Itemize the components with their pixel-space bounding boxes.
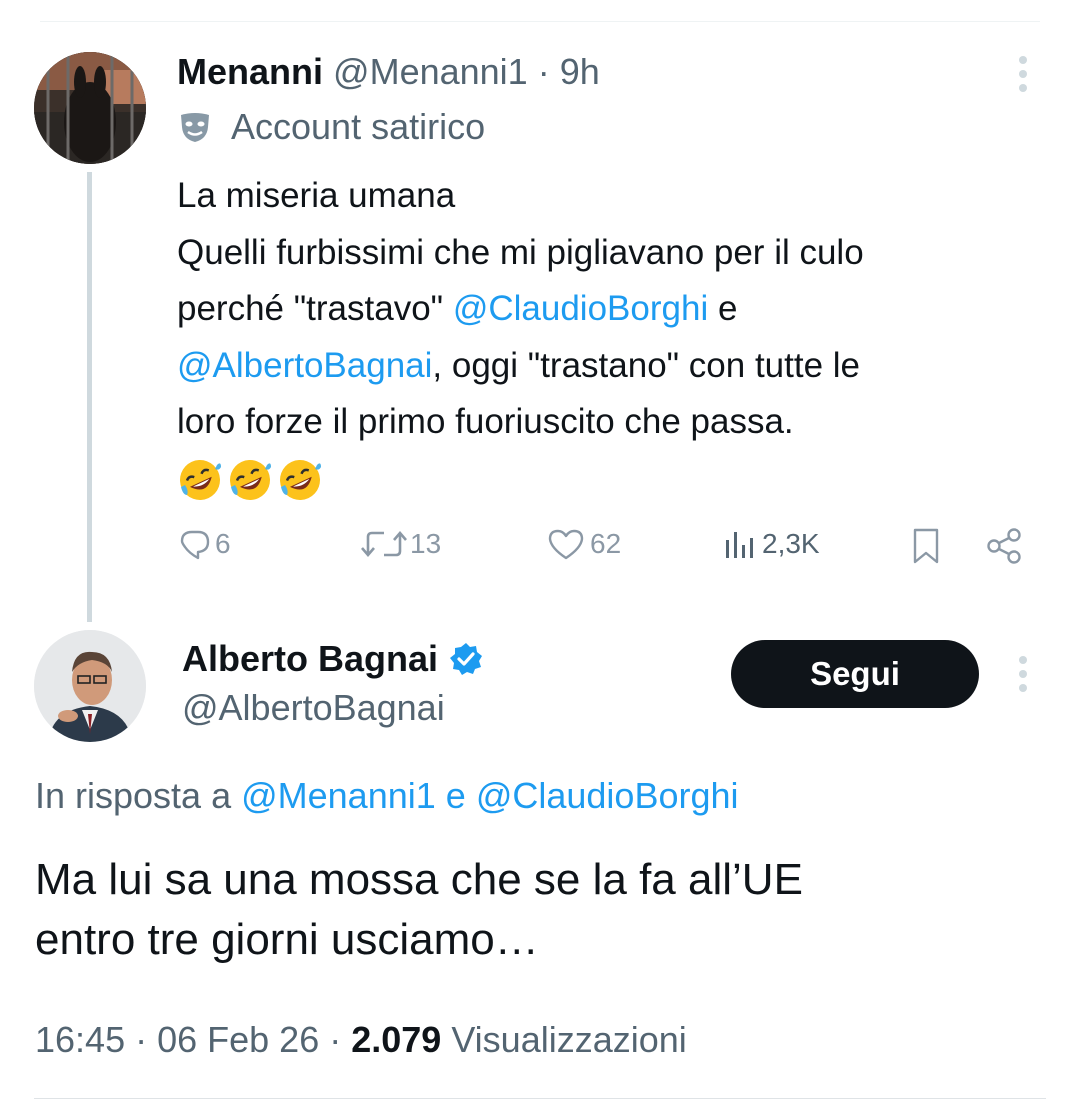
top-divider [40, 21, 1040, 22]
tweet2-separator-2: · [319, 1019, 352, 1060]
tweet2-more-options-icon[interactable] [1016, 656, 1030, 696]
tweet1-emoji-row [177, 457, 1057, 503]
tweet1-author-name[interactable]: Menanni [177, 51, 323, 92]
satire-account-label: Account satirico [177, 105, 485, 149]
tweet1-line-3-text-b: e [708, 289, 738, 328]
reply-mention-claudioborghi[interactable]: @ClaudioBorghi [476, 775, 739, 816]
verified-badge-icon [450, 643, 483, 675]
retweet-button[interactable]: 13 [358, 526, 441, 562]
tweet2-views-count[interactable]: 2.079 [351, 1019, 441, 1060]
tweet1-line-3: perché "trastavo" @ClaudioBorghi e [177, 281, 1057, 338]
tweet1-action-bar: 6 13 62 2,3K [0, 524, 1080, 568]
mention-albertobagnai[interactable]: @AlbertoBagnai [177, 346, 432, 385]
tweet1-line-3-text-a: perché "trastavo" [177, 289, 453, 328]
retweet-icon [361, 531, 407, 557]
tweet1-body: La miseria umana Quelli furbissimi che m… [177, 168, 1057, 503]
mention-claudioborghi[interactable]: @ClaudioBorghi [453, 289, 708, 328]
tweet1-line-4: @AlbertoBagnai, oggi "trastano" con tutt… [177, 338, 1057, 395]
tweet2-line-1: Ma lui sa una mossa che se la fa all’UE [35, 855, 803, 904]
follow-button[interactable]: Segui [731, 640, 979, 708]
tweet2-separator-1: · [125, 1019, 158, 1060]
tweet1-handle[interactable]: @Menanni1 [333, 51, 528, 92]
satire-label-text: Account satirico [231, 106, 486, 147]
tweet2-views-label: Visualizzazioni [441, 1019, 687, 1060]
tweet1-header: Menanni @Menanni1 · 9h [177, 50, 600, 94]
tweet1-separator: · [537, 51, 550, 92]
views-count: 2,3K [762, 528, 820, 559]
retweet-count: 13 [410, 528, 442, 559]
views-chart-icon [726, 532, 753, 558]
tweet2-time[interactable]: 16:45 [35, 1019, 125, 1060]
bookmark-icon[interactable] [908, 526, 944, 566]
reply-context: In risposta a @Menanni1 e @ClaudioBorghi [35, 774, 739, 818]
tweet2-metadata: 16:45 · 06 Feb 26 · 2.079 Visualizzazion… [35, 1018, 687, 1062]
tweet2-body: Ma lui sa una mossa che se la fa all’UE … [35, 850, 1045, 970]
tweet2-author-name[interactable]: Alberto Bagnai [182, 638, 438, 680]
tweet1-more-options-icon[interactable] [1016, 56, 1030, 96]
rolling-laughing-emoji-icon [180, 459, 221, 500]
reply-prefix: In risposta a [35, 775, 242, 816]
reply-joiner: e [435, 775, 476, 816]
albertobagnai-avatar[interactable] [34, 630, 146, 742]
tweet1-line-2: Quelli furbissimi che mi pigliavano per … [177, 232, 864, 272]
heart-icon [548, 529, 584, 560]
views-button[interactable]: 2,3K [722, 526, 820, 562]
bottom-divider [34, 1098, 1046, 1099]
tweet1-time[interactable]: 9h [560, 51, 600, 92]
reply-button[interactable]: 6 [177, 526, 231, 562]
rolling-laughing-emoji-icon [280, 459, 321, 500]
rolling-laughing-emoji-icon [230, 459, 271, 500]
like-count: 62 [590, 528, 622, 559]
like-button[interactable]: 62 [546, 526, 621, 562]
tweet1-line-1: La miseria umana [177, 176, 456, 215]
reply-count: 6 [215, 528, 231, 559]
tweet1-line-4-text: , oggi "trastano" con tutte le [432, 345, 861, 385]
tweet2-date[interactable]: 06 Feb 26 [157, 1019, 319, 1060]
menanni-avatar[interactable] [34, 52, 146, 164]
tweet1-line-5: loro forze il primo fuoriuscito che pass… [177, 402, 794, 441]
share-icon[interactable] [984, 526, 1024, 566]
theater-mask-icon [181, 113, 209, 142]
reply-mention-menanni1[interactable]: @Menanni1 [241, 775, 436, 816]
tweet2-author[interactable]: Alberto Bagnai [182, 636, 484, 682]
reply-icon [180, 530, 210, 560]
tweet2-handle[interactable]: @AlbertoBagnai [182, 686, 445, 730]
tweet2-line-2: entro tre giorni usciamo… [35, 915, 539, 964]
